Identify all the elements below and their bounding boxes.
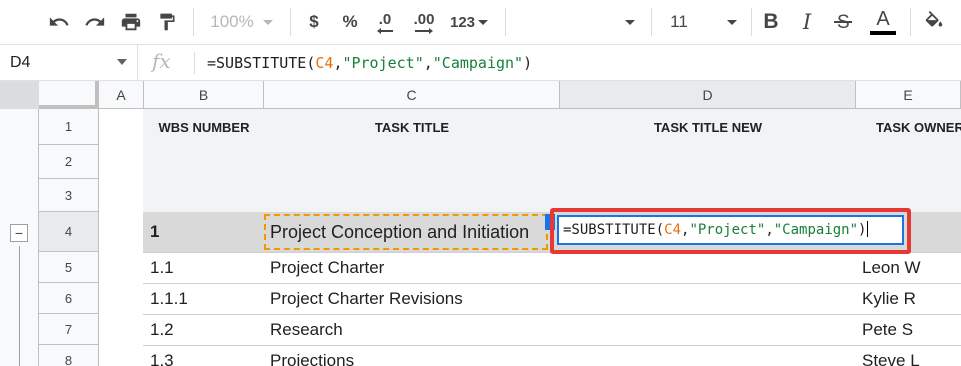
formula-ref: C4 xyxy=(315,54,334,72)
font-size-chevron-icon[interactable] xyxy=(722,0,742,44)
table-row: 1.1 Project Charter Leon W xyxy=(99,252,961,283)
gutter-header xyxy=(0,81,39,109)
formula-bar: D4 fx =SUBSTITUTE(C4,"Project","Campaign… xyxy=(0,44,961,81)
row-header-7[interactable]: 7 xyxy=(39,314,99,345)
cell-b8[interactable]: 1.3 xyxy=(144,345,264,366)
cell-c7[interactable]: Research xyxy=(264,314,560,345)
more-formats-label: 123 xyxy=(449,13,476,31)
name-box[interactable]: D4 xyxy=(0,45,138,80)
row-header-4[interactable]: 4 xyxy=(39,212,99,252)
zoom-value[interactable]: 100% xyxy=(207,0,257,44)
name-box-chevron-icon[interactable] xyxy=(117,59,127,65)
formula-arg-new: "Campaign" xyxy=(432,54,524,72)
arrow-right-icon xyxy=(415,27,433,34)
increase-decimal-button[interactable]: .00 xyxy=(408,0,440,44)
row-header-1[interactable]: 1 xyxy=(39,109,99,145)
percent-button[interactable]: % xyxy=(339,0,361,44)
redo-icon[interactable] xyxy=(80,0,110,44)
column-header-d[interactable]: D xyxy=(560,81,856,109)
toolbar: 100% $ % .0 .00 123 11 B I S A xyxy=(0,0,961,44)
formula-sep: , xyxy=(423,54,433,72)
table-row: 1.2 Research Pete S xyxy=(99,314,961,345)
table-row: WBS NUMBER TASK TITLE TASK TITLE NEW TAS… xyxy=(99,109,961,145)
column-header-c[interactable]: C xyxy=(264,81,560,109)
text-color-swatch xyxy=(870,31,896,35)
undo-icon[interactable] xyxy=(44,0,74,44)
cell-b7[interactable]: 1.2 xyxy=(144,314,264,345)
formula-prefix: =SUBSTITUTE( xyxy=(207,54,316,72)
formula-input[interactable]: =SUBSTITUTE(C4,"Project","Campaign") xyxy=(207,54,532,72)
column-header-b[interactable]: B xyxy=(144,81,264,109)
zoom-chevron-icon[interactable] xyxy=(258,0,278,44)
italic-icon[interactable]: I xyxy=(796,0,818,44)
header-task-title[interactable]: TASK TITLE xyxy=(264,109,560,145)
select-all-corner[interactable] xyxy=(39,81,99,109)
cell-c5[interactable]: Project Charter xyxy=(264,252,560,283)
toolbar-divider xyxy=(751,8,752,36)
toolbar-divider xyxy=(193,8,194,36)
row-header-2[interactable]: 2 xyxy=(39,145,99,179)
cell-b5[interactable]: 1.1 xyxy=(144,252,264,283)
text-color-icon[interactable]: A xyxy=(868,0,898,44)
name-box-value: D4 xyxy=(10,53,31,71)
formula-arg-old: "Project" xyxy=(342,54,424,72)
toolbar-divider xyxy=(910,8,911,36)
arrow-left-icon xyxy=(377,27,393,34)
decrease-decimal-button[interactable]: .0 xyxy=(372,0,398,44)
copy-reference-highlight xyxy=(264,214,548,250)
font-size-value[interactable]: 11 xyxy=(664,0,694,44)
strikethrough-icon[interactable]: S xyxy=(832,0,854,44)
column-header-e[interactable]: E xyxy=(856,81,961,109)
toolbar-divider xyxy=(651,8,652,36)
font-family-chevron-icon[interactable] xyxy=(620,0,640,44)
annotation-highlight-box xyxy=(550,208,911,254)
cell-e6[interactable]: Kylie R xyxy=(856,283,961,314)
formula-divider xyxy=(194,52,195,74)
currency-button[interactable]: $ xyxy=(303,0,325,44)
cell-e5[interactable]: Leon W xyxy=(856,252,961,283)
row-header-8[interactable]: 8 xyxy=(39,345,99,366)
chevron-down-icon xyxy=(478,20,489,25)
fx-icon: fx xyxy=(152,49,171,73)
cell-e8[interactable]: Steve L xyxy=(856,345,961,366)
header-task-title-new[interactable]: TASK TITLE NEW xyxy=(560,109,856,145)
table-row: 1.1.1 Project Charter Revisions Kylie R xyxy=(99,283,961,314)
header-wbs-number[interactable]: WBS NUMBER xyxy=(144,109,264,145)
table-row: 1.3 Projections Steve L xyxy=(99,345,961,366)
row-header-6[interactable]: 6 xyxy=(39,283,99,314)
paint-format-icon[interactable] xyxy=(152,0,182,44)
cell-b4[interactable]: 1 xyxy=(144,212,264,252)
group-bracket-line xyxy=(19,246,20,366)
cell-e7[interactable]: Pete S xyxy=(856,314,961,345)
toolbar-divider xyxy=(290,8,291,36)
print-icon[interactable] xyxy=(116,0,146,44)
cell-b6[interactable]: 1.1.1 xyxy=(144,283,264,314)
column-header-a[interactable]: A xyxy=(99,81,144,109)
toolbar-divider xyxy=(505,8,506,36)
collapse-group-button[interactable]: − xyxy=(10,224,28,242)
sheet-grid: − A B C D E 1 2 3 4 5 6 7 8 WBS NUMBER T… xyxy=(0,81,961,366)
text-color-label: A xyxy=(876,8,890,30)
formula-suffix: ) xyxy=(523,54,533,72)
fill-color-icon[interactable] xyxy=(920,0,948,44)
more-formats-button[interactable]: 123 xyxy=(446,0,492,44)
cell-c6[interactable]: Project Charter Revisions xyxy=(264,283,560,314)
row-header-5[interactable]: 5 xyxy=(39,252,99,283)
row-header-3[interactable]: 3 xyxy=(39,179,99,212)
increase-decimal-label: .00 xyxy=(413,10,435,28)
bold-icon[interactable]: B xyxy=(760,0,782,44)
decrease-decimal-label: .0 xyxy=(378,10,392,28)
header-task-owner[interactable]: TASK OWNER xyxy=(856,109,961,145)
cell-c8[interactable]: Projections xyxy=(264,345,560,366)
